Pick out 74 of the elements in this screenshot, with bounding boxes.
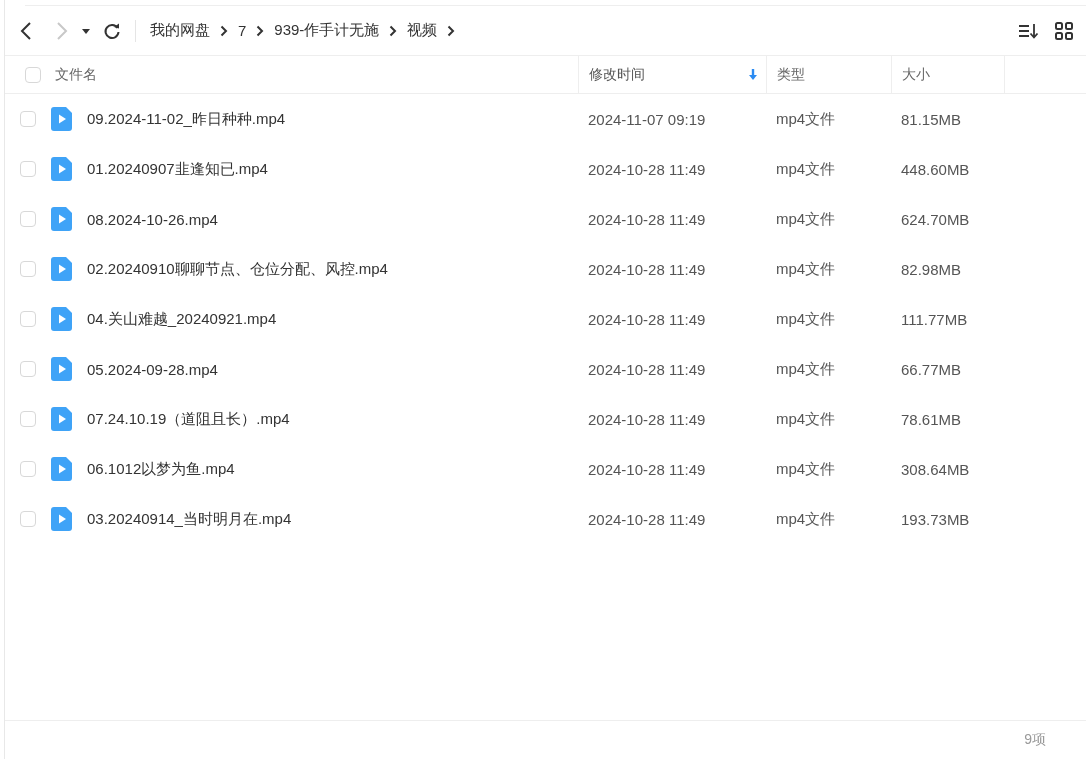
file-name[interactable]: 06.1012以梦为鱼.mp4 [87, 459, 235, 479]
row-checkbox[interactable] [20, 411, 36, 427]
chevron-icon [220, 24, 228, 37]
modified-time: 2024-10-28 11:49 [587, 510, 707, 528]
file-type: mp4文件 [775, 359, 837, 379]
sort-down-icon [748, 68, 758, 81]
file-size: 81.15MB [900, 110, 963, 128]
row-checkbox[interactable] [20, 361, 36, 377]
modified-time: 2024-10-28 11:49 [587, 260, 707, 278]
file-size: 78.61MB [900, 410, 963, 428]
file-name[interactable]: 08.2024-10-26.mp4 [87, 210, 218, 228]
column-header[interactable]: 文件名 [55, 65, 97, 84]
chevron-icon [389, 24, 398, 37]
file-size: 624.70MB [900, 210, 971, 228]
file-name[interactable]: 01.20240907韭逢知已.mp4 [87, 159, 268, 179]
file-type: mp4文件 [775, 509, 837, 529]
row-checkbox[interactable] [20, 261, 36, 277]
file-size: 82.98MB [900, 260, 963, 278]
chevron-icon [447, 24, 456, 37]
file-name[interactable]: 03.20240914_当时明月在.mp4 [87, 509, 292, 529]
breadcrumb-link[interactable]: 939-作手计无施 [274, 21, 380, 40]
row-checkbox[interactable] [20, 461, 36, 477]
row-checkbox[interactable] [20, 511, 36, 527]
chevron-icon [256, 24, 265, 37]
item-count: 9项 [1024, 731, 1046, 749]
file-type: mp4文件 [775, 459, 837, 479]
back-button[interactable] [19, 20, 33, 41]
file-type: mp4文件 [775, 409, 837, 429]
column-header[interactable]: 修改时间 [589, 65, 645, 84]
video-file-icon [51, 407, 72, 431]
modified-time: 2024-11-07 09:19 [587, 110, 707, 128]
file-type: mp4文件 [775, 209, 837, 229]
row-checkbox[interactable] [20, 161, 36, 177]
modified-time: 2024-10-28 11:49 [587, 160, 707, 178]
file-type: mp4文件 [775, 309, 837, 329]
modified-time: 2024-10-28 11:49 [587, 410, 707, 428]
video-file-icon [51, 157, 72, 181]
file-size: 193.73MB [900, 510, 971, 528]
column-header[interactable]: 类型 [777, 65, 805, 84]
video-file-icon [51, 457, 72, 481]
video-file-icon [51, 507, 72, 531]
modified-time: 2024-10-28 11:49 [587, 210, 707, 228]
breadcrumb-link[interactable]: 我的网盘 [150, 21, 210, 40]
row-checkbox[interactable] [20, 211, 36, 227]
file-type: mp4文件 [775, 259, 837, 279]
row-checkbox[interactable] [20, 311, 36, 327]
sort-button[interactable] [1018, 21, 1040, 40]
video-file-icon [51, 307, 72, 331]
file-name[interactable]: 05.2024-09-28.mp4 [87, 360, 218, 378]
file-size: 66.77MB [900, 360, 963, 378]
grid-view-button[interactable] [1054, 20, 1074, 41]
modified-time: 2024-10-28 11:49 [587, 460, 707, 478]
video-file-icon [51, 257, 72, 281]
file-name[interactable]: 07.24.10.19（道阻且长）.mp4 [87, 409, 290, 429]
file-size: 448.60MB [900, 160, 971, 178]
file-size: 308.64MB [900, 460, 971, 478]
modified-time: 2024-10-28 11:49 [587, 310, 707, 328]
breadcrumb-link[interactable]: 视频 [407, 21, 438, 40]
file-type: mp4文件 [775, 159, 837, 179]
file-size: 111.77MB [900, 310, 969, 328]
dropdown-button[interactable] [81, 26, 91, 35]
column-header[interactable]: 大小 [902, 65, 930, 84]
video-file-icon [51, 357, 72, 381]
refresh-button[interactable] [103, 21, 121, 40]
video-file-icon [51, 107, 72, 131]
breadcrumb-link[interactable]: 7 [238, 22, 247, 39]
select-all-checkbox[interactable] [25, 66, 41, 83]
file-name[interactable]: 09.2024-11-02_昨日种种.mp4 [87, 109, 286, 129]
row-checkbox[interactable] [20, 111, 36, 127]
video-file-icon [51, 207, 72, 231]
file-name[interactable]: 02.20240910聊聊节点、仓位分配、风控.mp4 [87, 259, 388, 279]
file-name[interactable]: 04.关山难越_20240921.mp4 [87, 309, 277, 329]
file-type: mp4文件 [775, 109, 837, 129]
modified-time: 2024-10-28 11:49 [587, 360, 707, 378]
